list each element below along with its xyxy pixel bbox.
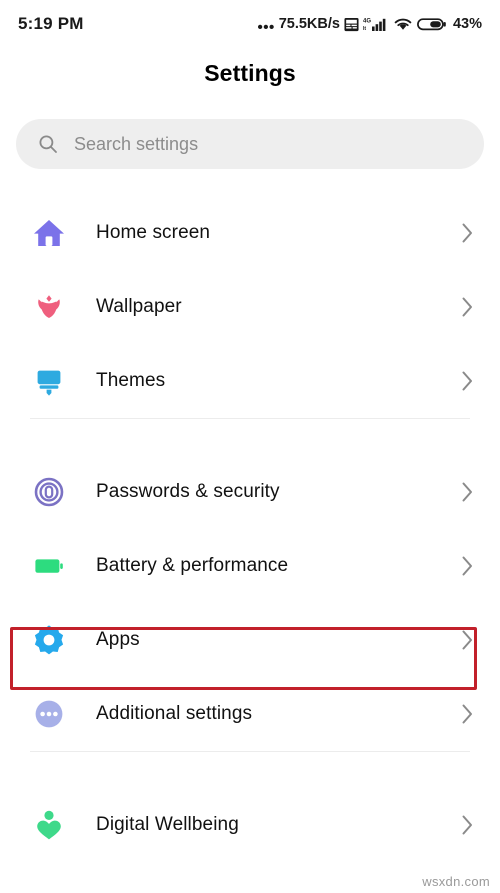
settings-row-digital-wellbeing[interactable]: Digital Wellbeing <box>0 788 500 862</box>
settings-row-label: Passwords & security <box>96 481 280 502</box>
settings-row-label: Apps <box>96 629 140 650</box>
settings-row-label: Wallpaper <box>96 296 182 317</box>
chevron-right-icon <box>461 814 474 836</box>
fingerprint-icon <box>30 473 68 511</box>
tulip-flower-icon <box>30 288 68 326</box>
settings-group: Home screen Wallpaper Themes <box>0 196 500 418</box>
settings-screen: 5:19 PM ••• 75.5KB/s 4G lt 43% Settings … <box>0 0 500 893</box>
watermark: wsxdn.com <box>422 874 490 889</box>
settings-list: Home screen Wallpaper Themes Passwords & se… <box>0 196 500 862</box>
settings-group: Digital Wellbeing <box>0 788 500 862</box>
house-icon <box>30 214 68 252</box>
three-dots-circle-icon <box>30 695 68 733</box>
person-heart-icon <box>30 806 68 844</box>
network-speed-label: 75.5KB/s <box>278 16 340 32</box>
settings-row-passwords-security[interactable]: Passwords & security <box>0 455 500 529</box>
settings-row-home-screen[interactable]: Home screen <box>0 196 500 270</box>
status-icons: ••• 75.5KB/s 4G lt 43% <box>257 16 482 36</box>
ellipsis-icon: ••• <box>257 18 275 36</box>
chevron-right-icon <box>461 703 474 725</box>
status-bar: 5:19 PM ••• 75.5KB/s 4G lt 43% <box>0 0 500 48</box>
settings-row-label: Battery & performance <box>96 555 289 576</box>
status-time: 5:19 PM <box>18 14 84 33</box>
search-placeholder: Search settings <box>74 133 199 154</box>
settings-row-battery-performance[interactable]: Battery & performance <box>0 529 500 603</box>
search-icon <box>38 134 58 154</box>
settings-row-label: Home screen <box>96 222 211 243</box>
chevron-right-icon <box>461 629 474 651</box>
search-input[interactable]: Search settings <box>16 119 484 169</box>
calendar-notification-icon <box>344 17 359 32</box>
wifi-icon <box>393 16 413 32</box>
chevron-right-icon <box>461 555 474 577</box>
svg-text:4G: 4G <box>363 19 371 25</box>
chevron-right-icon <box>461 296 474 318</box>
paint-brush-icon <box>30 362 68 400</box>
settings-row-label: Themes <box>96 370 166 391</box>
settings-row-label: Additional settings <box>96 703 253 724</box>
chevron-right-icon <box>461 222 474 244</box>
battery-percent-label: 43% <box>452 16 482 32</box>
settings-row-apps[interactable]: Apps <box>0 603 500 677</box>
settings-group: Passwords & security Battery & performanc… <box>0 455 500 751</box>
chevron-right-icon <box>461 481 474 503</box>
4g-signal-icon: 4G lt <box>363 16 389 32</box>
svg-text:lt: lt <box>363 26 366 32</box>
chevron-right-icon <box>461 370 474 392</box>
settings-row-additional-settings[interactable]: Additional settings <box>0 677 500 751</box>
settings-row-label: Digital Wellbeing <box>96 814 239 835</box>
battery-icon <box>417 16 447 32</box>
settings-row-themes[interactable]: Themes <box>0 344 500 418</box>
settings-row-wallpaper[interactable]: Wallpaper <box>0 270 500 344</box>
battery-icon <box>30 547 68 585</box>
gear-icon <box>30 621 68 659</box>
page-title: Settings <box>204 60 296 86</box>
